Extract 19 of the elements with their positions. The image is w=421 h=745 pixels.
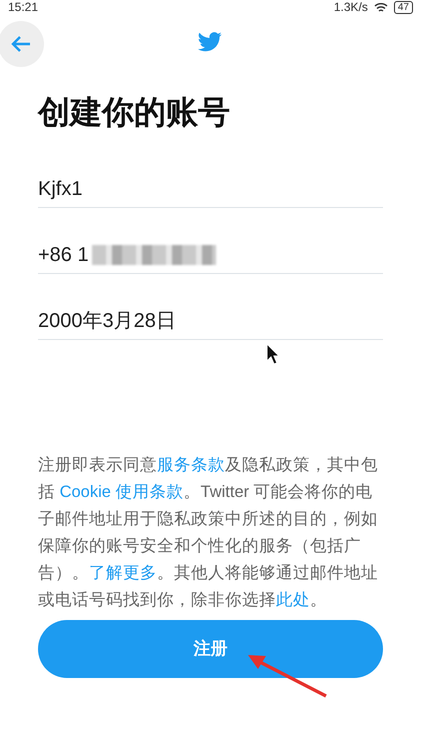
battery-level: 47: [394, 0, 413, 14]
page-title: 创建你的账号: [38, 93, 231, 132]
link[interactable]: 服务条款: [157, 456, 225, 474]
input-field[interactable]: 2000年3月28日: [38, 302, 383, 340]
link[interactable]: 此处: [276, 591, 310, 609]
input-field[interactable]: +86 1: [38, 236, 383, 274]
bird-logo-icon: [198, 32, 222, 52]
status-time: 15:21: [8, 0, 38, 14]
wifi-icon: [374, 2, 388, 12]
pointer-arrow-icon: [246, 652, 328, 698]
back-arrow-icon: [11, 35, 31, 53]
terms-notice: 注册即表示同意服务条款及隐私政策，其中包括 Cookie 使用条款。Twitter 可能会将你的电子邮件地址用于隐私政策中所述的目的，例如保障你的账号安全和个性化的服务（包括广告）。了解更多。其他人将能够通过邮件地址或电话号码找到你，除非你选择此处。: [38, 455, 379, 611]
link[interactable]: 了解更多: [89, 564, 157, 582]
input-field[interactable]: Kjfx1: [38, 170, 383, 208]
mouse-cursor-icon: [266, 343, 280, 365]
back-button[interactable]: [0, 21, 44, 67]
signup-button[interactable]: 注册: [38, 620, 383, 678]
link[interactable]: Cookie 使用条款: [60, 483, 184, 501]
network-speed: 1.3K/s: [334, 0, 368, 14]
